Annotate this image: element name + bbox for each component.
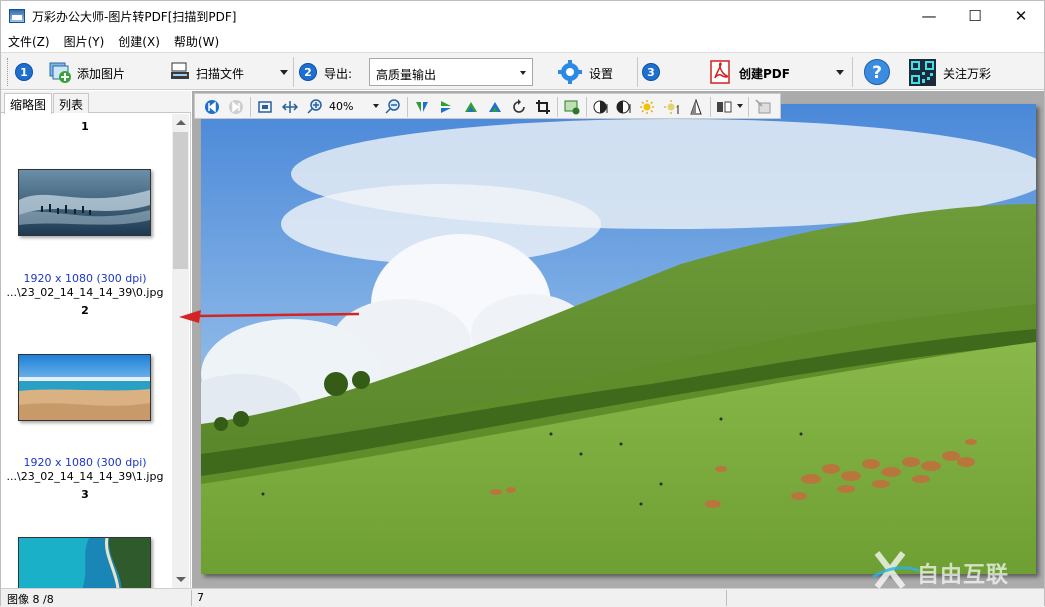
step-3-badge: 3 (642, 63, 660, 81)
tab-list[interactable]: 列表 (53, 93, 90, 113)
fit-page-icon[interactable] (257, 99, 273, 115)
tab-thumbnails[interactable]: 缩略图 (4, 93, 53, 114)
menu-image[interactable]: 图片(Y) (57, 33, 112, 50)
toolbar-grip[interactable] (7, 58, 10, 86)
crop-icon[interactable] (535, 99, 551, 115)
first-page-icon[interactable] (204, 99, 220, 115)
thumbnail-picture (19, 537, 150, 588)
layout-icon[interactable] (716, 99, 732, 115)
zoom-dropdown-arrow[interactable] (373, 104, 379, 108)
contrast-up-icon[interactable] (593, 99, 609, 115)
image-count: 图像 8 /8 (7, 593, 54, 606)
flip-vertical-icon[interactable] (438, 99, 454, 115)
thumbnail-list: 1 1920 x 1080 (300 dpi) ...\23_02_14_14_… (1, 114, 171, 588)
image-properties-icon[interactable] (564, 99, 580, 115)
thumbnail-image-1[interactable] (18, 169, 151, 236)
thumbnail-picture (19, 355, 150, 420)
last-page-icon[interactable] (228, 99, 244, 115)
zoom-out-icon[interactable] (385, 99, 401, 115)
close-button[interactable]: ✕ (998, 1, 1044, 31)
watermark-text: 自由互联 (917, 563, 1010, 588)
flip-horizontal-icon[interactable] (414, 99, 430, 115)
menu-create[interactable]: 创建(X) (111, 33, 167, 50)
main-toolbar: 1 添加图片 扫描文件 2 导出: 高质量输出 设置 3 创建PDF ? 关注万… (1, 52, 1044, 90)
toolbar-separator (293, 57, 294, 87)
toolbar-separator (250, 97, 251, 117)
menu-file[interactable]: 文件(Z) (1, 33, 57, 50)
rotate-left-icon[interactable] (463, 99, 479, 115)
step-1-badge: 1 (15, 63, 33, 81)
zoom-level[interactable]: 40% (329, 100, 353, 113)
export-dropdown-arrow (520, 71, 526, 75)
step-2-badge: 2 (299, 63, 317, 81)
contrast-down-icon[interactable] (616, 99, 632, 115)
brightness-down-icon[interactable] (664, 99, 680, 115)
gear-icon (558, 60, 582, 84)
toolbar-separator (637, 57, 638, 87)
toolbar-separator (710, 97, 711, 117)
pdf-icon (710, 60, 730, 84)
export-quality-value: 高质量输出 (376, 68, 437, 82)
thumbnail-number: 1 (81, 120, 89, 133)
scroll-down-arrow[interactable] (176, 577, 186, 582)
sharpen-icon[interactable] (688, 99, 704, 115)
toolbar-separator (748, 97, 749, 117)
settings-button[interactable]: 设置 (589, 65, 613, 82)
window-title: 万彩办公大师-图片转PDF[扫描到PDF] (32, 9, 237, 24)
export-label: 导出: (324, 67, 353, 81)
app-icon (9, 9, 25, 23)
scroll-up-arrow[interactable] (176, 120, 186, 125)
title-bar: 万彩办公大师-图片转PDF[扫描到PDF] — ☐ ✕ (1, 1, 1044, 31)
minimize-button[interactable]: — (906, 1, 952, 31)
export-quality-select[interactable]: 高质量输出 (369, 58, 533, 86)
thumbnail-resolution: 1920 x 1080 (300 dpi) (23, 272, 147, 285)
scan-dropdown-arrow[interactable] (280, 70, 288, 75)
thumbnail-panel: 缩略图 列表 1 1920 x 1080 (300 dpi) ...\23_02… (1, 91, 191, 588)
maximize-button[interactable]: ☐ (952, 1, 998, 31)
svg-text:?: ? (872, 63, 882, 83)
annotation-arrow-icon (179, 310, 360, 323)
toolbar-separator (852, 57, 853, 87)
follow-button[interactable]: 关注万彩 (943, 65, 991, 82)
thumbnail-image-3[interactable] (18, 537, 151, 588)
page-indicator: 7 (197, 591, 204, 604)
thumbnail-image-2[interactable] (18, 354, 151, 421)
viewer-toolbar: 40% (194, 93, 781, 119)
qr-code-icon (909, 59, 936, 86)
add-images-button[interactable]: 添加图片 (77, 65, 125, 82)
zoom-in-icon[interactable] (307, 99, 323, 115)
menu-bar: 文件(Z) 图片(Y) 创建(X) 帮助(W) (1, 31, 1044, 51)
create-pdf-button[interactable]: 创建PDF (739, 65, 790, 82)
create-pdf-dropdown-arrow[interactable] (836, 70, 844, 75)
fit-width-icon[interactable] (282, 99, 298, 115)
brightness-up-icon[interactable] (640, 99, 656, 115)
image-edit-icon[interactable] (755, 99, 771, 115)
scanner-icon (171, 62, 189, 79)
thumbnail-number: 3 (81, 488, 89, 501)
thumbnail-picture (19, 170, 150, 235)
scan-file-button[interactable]: 扫描文件 (196, 65, 244, 82)
scroll-thumb[interactable] (173, 132, 188, 269)
help-icon[interactable]: ? (863, 58, 891, 86)
toolbar-separator (586, 97, 587, 117)
thumbnail-number: 2 (81, 304, 89, 317)
toolbar-separator (407, 97, 408, 117)
status-separator (726, 590, 727, 606)
thumbnail-resolution: 1920 x 1080 (300 dpi) (23, 456, 147, 469)
landscape-photo (201, 104, 1036, 574)
thumbnail-path: ...\23_02_14_14_14_39\1.jpg (6, 470, 164, 483)
preview-image (201, 104, 1036, 574)
layout-dropdown-arrow[interactable] (737, 104, 743, 108)
add-image-icon (49, 62, 71, 83)
thumbnail-scrollbar[interactable] (172, 114, 189, 588)
panel-tabs: 缩略图 列表 (1, 91, 191, 114)
thumbnail-path: ...\23_02_14_14_14_39\0.jpg (6, 286, 164, 299)
status-separator (191, 590, 192, 606)
rotate-right-icon[interactable] (487, 99, 503, 115)
app-window: 万彩办公大师-图片转PDF[扫描到PDF] — ☐ ✕ 文件(Z) 图片(Y) … (0, 0, 1045, 606)
menu-help[interactable]: 帮助(W) (167, 33, 226, 50)
rotate-icon[interactable] (511, 99, 527, 115)
toolbar-separator (557, 97, 558, 117)
